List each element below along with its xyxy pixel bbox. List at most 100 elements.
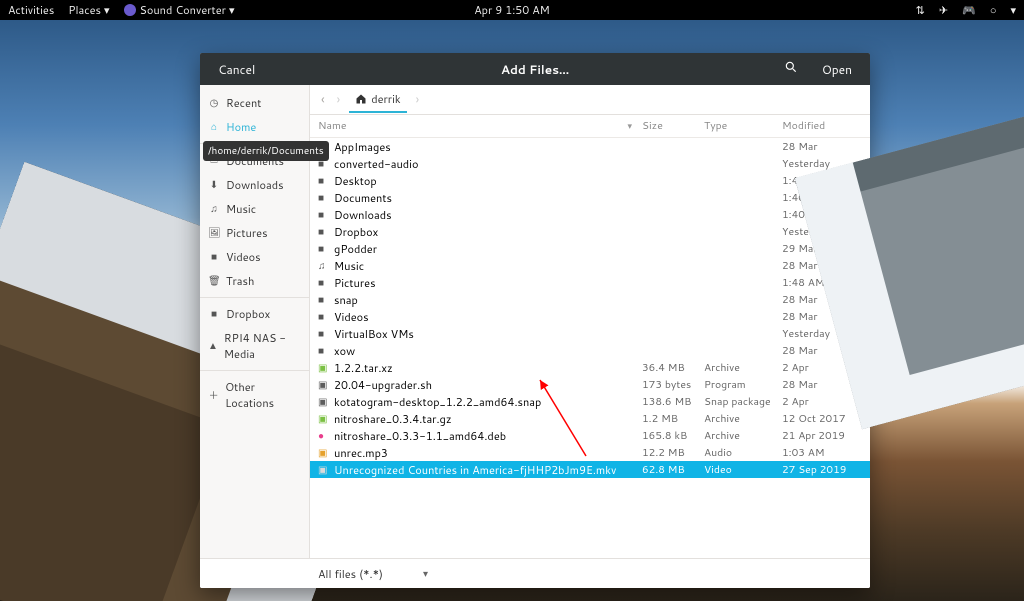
- file-modified: 28 Mar: [782, 259, 862, 273]
- file-name: VirtualBox VMs: [334, 326, 642, 342]
- file-row[interactable]: ■DropboxYesterday: [310, 223, 870, 240]
- file-row[interactable]: ■VirtualBox VMsYesterday: [310, 325, 870, 342]
- file-row[interactable]: ■gPodder29 Mar: [310, 240, 870, 257]
- sidebar-pictures-icon: 🖼: [208, 226, 220, 240]
- path-segment-label: derrik: [371, 91, 400, 107]
- file-row[interactable]: ■Downloads1:40 AM: [310, 206, 870, 223]
- places-sidebar: /home/derrik/Documents ◷Recent⌂Home🖹Docu…: [200, 85, 310, 558]
- sidebar-item-label: Pictures: [226, 225, 268, 241]
- file-row[interactable]: ■Pictures1:48 AM: [310, 274, 870, 291]
- tray-icon-telegram[interactable]: ✈: [939, 2, 948, 18]
- app-menu-label: Sound Converter ▾: [140, 2, 235, 18]
- file-icon: ■: [318, 276, 334, 290]
- column-type[interactable]: Type: [704, 119, 782, 133]
- tray-icon-1[interactable]: ⇅: [916, 2, 925, 18]
- file-row[interactable]: ■xow28 Mar: [310, 342, 870, 359]
- file-row[interactable]: ▣kotatogram-desktop_1.2.2_amd64.snap138.…: [310, 393, 870, 410]
- file-name: kotatogram-desktop_1.2.2_amd64.snap: [334, 394, 642, 410]
- file-modified: 29 Mar: [782, 242, 862, 256]
- tray-icon-controller[interactable]: 🎮: [962, 2, 976, 18]
- column-size[interactable]: Size: [642, 119, 704, 133]
- sidebar-rpi4nas[interactable]: ▲RPI4 NAS - Media: [200, 326, 309, 366]
- sidebar-music-icon: ♫: [208, 202, 220, 216]
- column-name[interactable]: Name ▾: [318, 119, 642, 133]
- sidebar-item-label: Recent: [226, 95, 261, 111]
- sidebar-item-label: Other Locations: [225, 379, 301, 411]
- sidebar-other[interactable]: ＋ Other Locations: [200, 375, 309, 415]
- file-type: Archive: [704, 429, 782, 443]
- file-size: 36.4 MB: [642, 361, 704, 375]
- activities-button[interactable]: Activities: [8, 2, 54, 18]
- file-name: Pictures: [334, 275, 642, 291]
- file-icon: ■: [318, 310, 334, 324]
- file-row[interactable]: ■snap28 Mar: [310, 291, 870, 308]
- file-name: Videos: [334, 309, 642, 325]
- path-chevron-icon: ›: [413, 89, 423, 111]
- file-row[interactable]: ▣Unrecognized Countries in America-fjHHP…: [310, 461, 870, 478]
- clock[interactable]: Apr 9 1:50 AM: [474, 2, 550, 18]
- file-name: snap: [334, 292, 642, 308]
- search-icon: [784, 60, 798, 74]
- sidebar-videos-icon: ■: [208, 250, 220, 264]
- file-modified: Yesterday: [782, 157, 862, 171]
- sidebar-dropbox[interactable]: ■ Dropbox: [200, 302, 309, 326]
- file-row[interactable]: ■converted-audioYesterday: [310, 155, 870, 172]
- sidebar-recent[interactable]: ◷Recent: [200, 91, 309, 115]
- file-modified: 1:03 AM: [782, 446, 862, 460]
- file-modified: 2 Apr: [782, 361, 862, 375]
- path-bar: ‹ › derrik ›: [310, 85, 870, 115]
- sidebar-other-icon: ＋: [208, 387, 219, 403]
- filetype-filter-label: All files (*.*): [318, 566, 383, 582]
- file-icon: ■: [318, 293, 334, 307]
- filetype-filter-combo[interactable]: All files (*.*) ▾: [318, 566, 428, 582]
- file-row[interactable]: ▣20.04-upgrader.sh173 bytesProgram28 Mar: [310, 376, 870, 393]
- sidebar-item-label: Dropbox: [226, 306, 270, 322]
- sidebar-home[interactable]: ⌂Home: [200, 115, 309, 139]
- file-size: 173 bytes: [642, 378, 704, 392]
- path-segment-home[interactable]: derrik: [349, 87, 406, 113]
- gnome-topbar: Activities Places ▾ Sound Converter ▾ Ap…: [0, 0, 1024, 20]
- dialog-headerbar: Cancel Add Files... Open: [200, 53, 870, 85]
- tray-icon-power[interactable]: ▾: [1010, 2, 1016, 18]
- file-row[interactable]: ●nitroshare_0.3.3-1.1_amd64.deb165.8 kBA…: [310, 427, 870, 444]
- sidebar-pictures[interactable]: 🖼 Pictures: [200, 221, 309, 245]
- file-icon: ▣: [318, 361, 334, 375]
- file-row[interactable]: ▣unrec.mp312.2 MBAudio1:03 AM: [310, 444, 870, 461]
- sidebar-item-label: Videos: [226, 249, 261, 265]
- file-type: Program: [704, 378, 782, 392]
- nav-forward-button[interactable]: ›: [334, 89, 344, 111]
- sidebar-dropbox-icon: ■: [208, 307, 220, 321]
- file-modified: Yesterday: [782, 225, 862, 239]
- sidebar-item-label: Trash: [226, 273, 254, 289]
- file-list[interactable]: ■AppImages28 Mar■converted-audioYesterda…: [310, 138, 870, 558]
- file-row[interactable]: ■AppImages28 Mar: [310, 138, 870, 155]
- sidebar-music[interactable]: ♫Music: [200, 197, 309, 221]
- places-menu[interactable]: Places ▾: [68, 2, 109, 18]
- nav-back-button[interactable]: ‹: [318, 89, 328, 111]
- file-row[interactable]: ▣nitroshare_0.3.4.tar.gz1.2 MBArchive12 …: [310, 410, 870, 427]
- tray-icon-circle[interactable]: ○: [990, 2, 997, 18]
- file-row[interactable]: ■Videos 28 Mar: [310, 308, 870, 325]
- file-modified: 1:49 AM: [782, 174, 862, 188]
- file-icon: ▣: [318, 378, 334, 392]
- file-type: Snap package: [704, 395, 782, 409]
- app-menu[interactable]: Sound Converter ▾: [124, 2, 235, 18]
- column-modified[interactable]: Modified: [782, 119, 862, 133]
- sidebar-item-label: Downloads: [226, 177, 284, 193]
- file-icon: ■: [318, 242, 334, 256]
- sidebar-downloads[interactable]: ⬇Downloads: [200, 173, 309, 197]
- open-button[interactable]: Open: [816, 57, 858, 82]
- sidebar-trash[interactable]: 🗑 Trash: [200, 269, 309, 293]
- file-row[interactable]: ■Documents1:40 AM: [310, 189, 870, 206]
- file-row[interactable]: ♫Music28 Mar: [310, 257, 870, 274]
- file-icon: ■: [318, 344, 334, 358]
- sidebar-videos[interactable]: ■ Videos: [200, 245, 309, 269]
- search-button[interactable]: [778, 56, 804, 82]
- cancel-button[interactable]: Cancel: [212, 57, 261, 82]
- file-icon: ■: [318, 327, 334, 341]
- file-modified: 28 Mar: [782, 310, 862, 324]
- file-name: Unrecognized Countries in America-fjHHP2…: [334, 462, 642, 478]
- file-row[interactable]: ■Desktop1:49 AM: [310, 172, 870, 189]
- sidebar-trash-icon: 🗑: [208, 274, 220, 288]
- file-row[interactable]: ▣1.2.2.tar.xz36.4 MBArchive2 Apr: [310, 359, 870, 376]
